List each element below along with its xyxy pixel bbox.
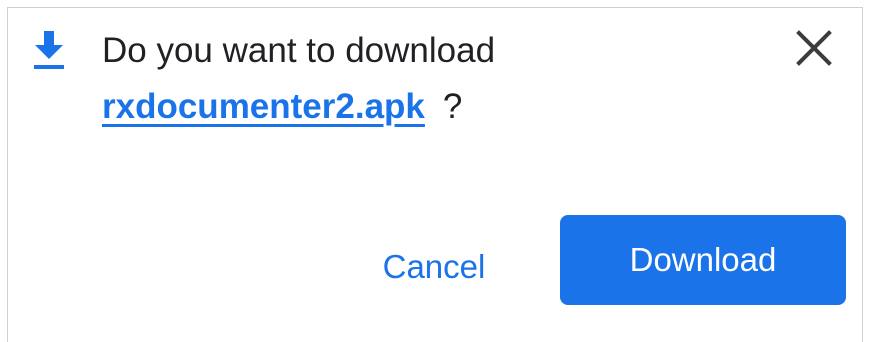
cancel-button[interactable]: Cancel xyxy=(354,230,514,304)
close-button[interactable] xyxy=(790,26,838,74)
download-icon xyxy=(28,29,70,71)
file-name-link[interactable]: rxdocumenter2.apk xyxy=(102,87,425,126)
download-dialog: Do you want to download rxdocumenter2.ap… xyxy=(7,7,863,342)
close-icon xyxy=(796,29,832,71)
question-mark: ? xyxy=(442,87,463,126)
prompt-text: Do you want to download xyxy=(102,31,496,70)
download-prompt: Do you want to download rxdocumenter2.ap… xyxy=(102,23,495,135)
download-button[interactable]: Download xyxy=(560,215,846,305)
